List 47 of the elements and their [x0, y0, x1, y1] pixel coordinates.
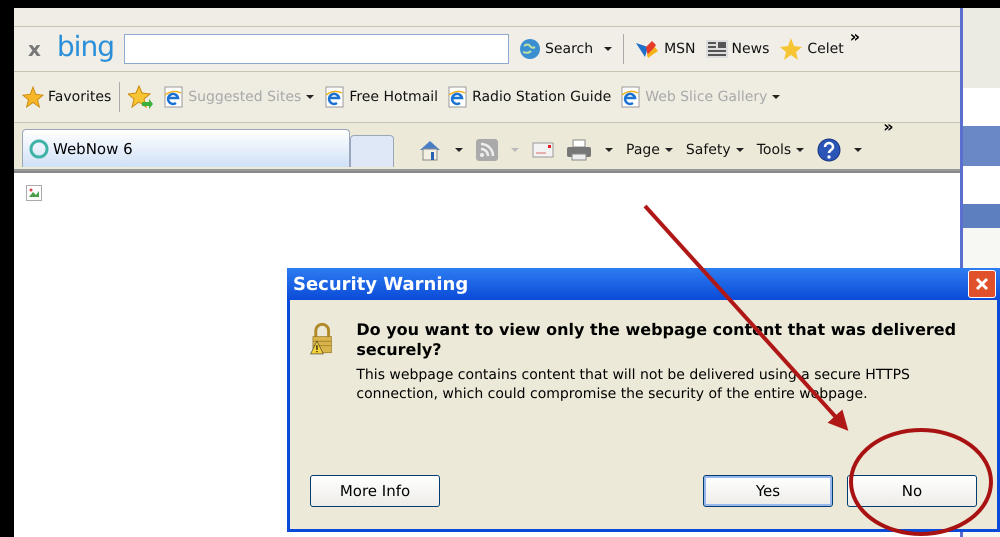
dialog-button[interactable]: No: [847, 475, 977, 507]
bing-logo: bing: [56, 30, 114, 62]
menu-button[interactable]: Tools: [756, 142, 806, 158]
favorites-link[interactable]: Radio Station Guide: [446, 86, 612, 108]
close-button[interactable]: [968, 270, 996, 298]
caret-icon[interactable]: [603, 46, 614, 52]
caret-icon: [664, 147, 674, 153]
favorites-button[interactable]: Favorites: [22, 86, 112, 108]
page-icon: [162, 86, 184, 108]
home-icon[interactable]: [418, 139, 442, 161]
ring-icon: [29, 138, 49, 158]
caret-icon: [795, 147, 806, 153]
toolbar-link[interactable]: Celet: [779, 37, 844, 61]
search-button[interactable]: Search: [518, 38, 594, 60]
caret-icon: [734, 147, 745, 153]
caret-icon: [771, 94, 782, 100]
menu-button[interactable]: Safety: [686, 142, 745, 158]
caret-icon[interactable]: [853, 147, 864, 153]
newspaper-icon: [706, 40, 728, 58]
toolbar-link[interactable]: MSN: [634, 39, 696, 59]
star-icon: [779, 37, 804, 61]
page-icon: [446, 86, 468, 108]
menu-button[interactable]: Page: [626, 142, 674, 158]
overflow-chevron[interactable]: »: [850, 27, 860, 46]
dialog-button[interactable]: Yes: [703, 475, 833, 507]
butterfly-icon: [634, 39, 660, 59]
dialog-button[interactable]: More Info: [310, 475, 440, 507]
printer-icon[interactable]: [566, 139, 592, 161]
close-icon: [975, 277, 989, 291]
help-icon[interactable]: [817, 138, 842, 162]
globe-icon: [518, 38, 541, 60]
search-field[interactable]: [124, 34, 509, 64]
dialog-title: Security Warning: [293, 274, 468, 294]
close-button[interactable]: x: [22, 37, 47, 61]
star-icon: [22, 86, 44, 108]
caret-icon: [305, 94, 316, 100]
mail-icon[interactable]: [532, 142, 554, 158]
toolbar-link[interactable]: News: [706, 40, 770, 58]
page-icon: [323, 86, 346, 108]
overflow-chevron[interactable]: »: [883, 117, 894, 136]
browser-tab[interactable]: WebNow 6: [22, 129, 350, 167]
broken-image-icon: [26, 185, 42, 201]
favorites-link[interactable]: Free Hotmail: [323, 86, 438, 108]
add-favorite-icon[interactable]: [128, 85, 154, 109]
page-icon: [619, 86, 642, 108]
caret-icon[interactable]: [604, 147, 614, 153]
caret-icon[interactable]: [454, 147, 464, 153]
